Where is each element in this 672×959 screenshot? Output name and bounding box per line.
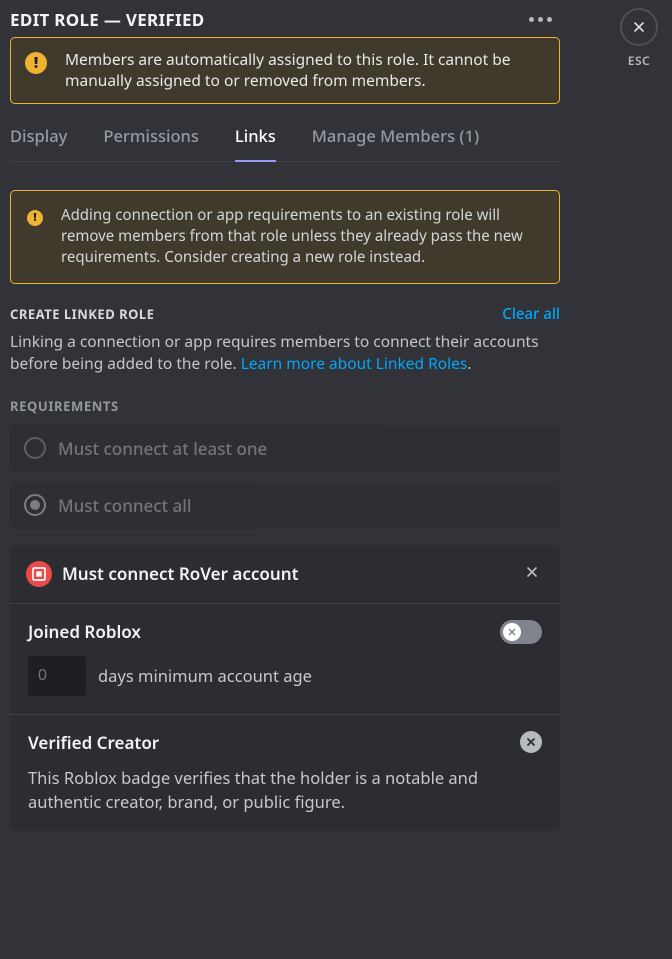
esc-label: ESC: [628, 52, 650, 69]
close-button[interactable]: ESC: [620, 8, 658, 69]
more-options-button[interactable]: [521, 9, 560, 30]
radio-connect-all[interactable]: Must connect all: [10, 482, 560, 529]
joined-roblox-label: Joined Roblox: [28, 620, 141, 643]
days-input[interactable]: [28, 656, 86, 696]
exclamation-icon: !: [27, 210, 43, 226]
remove-connection-button[interactable]: [520, 559, 544, 589]
auto-assign-warning: ! Members are automatically assigned to …: [10, 37, 560, 104]
radio-label: Must connect all: [58, 494, 191, 517]
days-suffix-label: days minimum account age: [98, 664, 312, 687]
learn-more-link[interactable]: Learn more about Linked Roles: [241, 352, 468, 374]
radio-icon: [24, 494, 46, 516]
exclamation-icon: !: [25, 52, 47, 74]
warning-text: Members are automatically assigned to th…: [65, 49, 545, 92]
tab-links[interactable]: Links: [235, 120, 276, 161]
card-title: Must connect RoVer account: [62, 562, 299, 585]
joined-roblox-toggle[interactable]: [500, 620, 542, 644]
tabs: Display Permissions Links Manage Members…: [10, 120, 560, 162]
toggle-knob-icon: [503, 623, 521, 641]
warning-text: Adding connection or app requirements to…: [61, 205, 543, 269]
radio-connect-one[interactable]: Must connect at least one: [10, 425, 560, 472]
close-icon: [620, 8, 658, 46]
remove-verified-button[interactable]: [520, 731, 542, 753]
radio-icon: [24, 437, 46, 459]
radio-label: Must connect at least one: [58, 437, 267, 460]
verified-creator-label: Verified Creator: [28, 731, 159, 754]
create-linked-role-label: CREATE LINKED ROLE: [10, 305, 154, 323]
connection-card: Must connect RoVer account Joined Roblox…: [10, 545, 560, 832]
tab-permissions[interactable]: Permissions: [103, 120, 199, 161]
page-title: EDIT ROLE — VERIFIED: [10, 8, 205, 31]
verified-creator-description: This Roblox badge verifies that the hold…: [28, 766, 542, 814]
rover-app-icon: [26, 561, 52, 587]
tab-manage-members[interactable]: Manage Members (1): [312, 120, 479, 161]
requirements-warning: ! Adding connection or app requirements …: [10, 190, 560, 284]
clear-all-button[interactable]: Clear all: [502, 304, 560, 324]
requirements-label: REQUIREMENTS: [10, 397, 560, 415]
tab-display[interactable]: Display: [10, 120, 67, 161]
linked-role-description: Linking a connection or app requires mem…: [10, 330, 560, 375]
